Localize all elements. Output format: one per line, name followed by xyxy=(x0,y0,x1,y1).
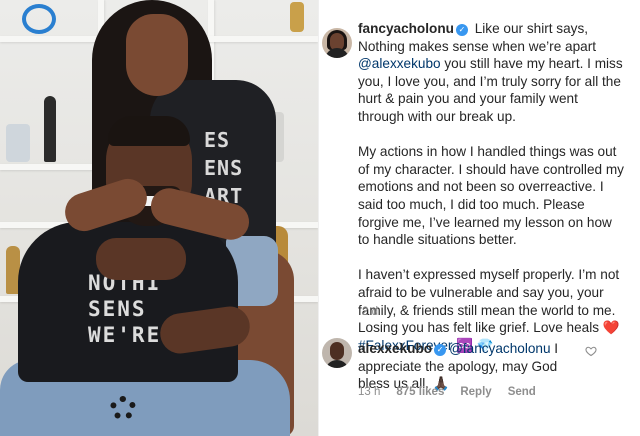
send-button[interactable]: Send xyxy=(508,386,536,398)
verified-badge-icon: ✓ xyxy=(455,24,468,36)
comment-author-username[interactable]: alexxekubo xyxy=(358,341,432,356)
caption-paragraph: My actions in how I handled things was o… xyxy=(358,144,624,248)
post-caption: fancyacholonu ✓ Like our shirt says, Noth… xyxy=(358,20,626,354)
like-heart-icon[interactable] xyxy=(585,345,597,357)
man-hand xyxy=(96,238,186,280)
bracelet xyxy=(110,396,136,420)
post-timestamp[interactable]: 2 d xyxy=(362,306,378,318)
caption-text: I haven’t expressed myself properly. I’m… xyxy=(358,267,620,336)
post-photo[interactable]: ES ENS ART NOTHI SENS WE'RE xyxy=(0,0,318,436)
trophy-award xyxy=(22,4,56,34)
mention-link[interactable]: @alexxekubo xyxy=(358,56,441,71)
shelf xyxy=(0,164,100,170)
reply-button[interactable]: Reply xyxy=(460,386,491,398)
woman-face xyxy=(126,14,188,96)
commenter-avatar[interactable] xyxy=(322,338,352,368)
comment-likes-count[interactable]: 875 likes xyxy=(396,386,444,398)
comment-timestamp[interactable]: 13 h xyxy=(358,386,380,398)
mention-link[interactable]: @fancyacholonu xyxy=(449,341,550,356)
man-hair xyxy=(108,116,190,146)
post-author-username[interactable]: fancyacholonu xyxy=(358,21,454,36)
comment-actions: 13 h 875 likes Reply Send xyxy=(358,386,536,398)
author-avatar[interactable] xyxy=(322,28,352,58)
trophy-award xyxy=(6,124,30,162)
trophy-award xyxy=(290,2,304,32)
woman-shirt-print: ES ENS ART xyxy=(204,128,244,208)
heart-emoji-icon: ❤️ xyxy=(602,320,620,336)
trophy-award xyxy=(44,96,56,162)
comment-body: alexxekubo ✓ @fancyacholonu I appreciate t… xyxy=(358,340,590,393)
verified-badge-icon: ✓ xyxy=(434,344,447,356)
